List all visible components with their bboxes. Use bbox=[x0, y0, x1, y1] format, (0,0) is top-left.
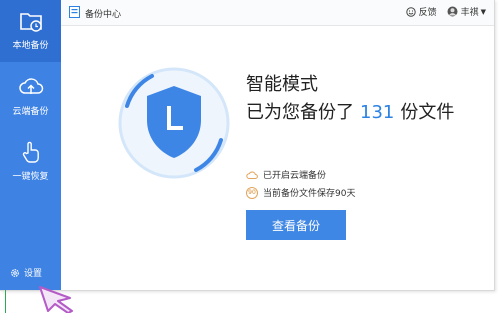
sidebar-item-one-click-restore[interactable]: 一键恢复 bbox=[0, 131, 61, 193]
app-icon bbox=[69, 6, 80, 18]
settings-button[interactable]: 设置 bbox=[10, 266, 42, 279]
sidebar: 本地备份 云端备份 一键恢复 设置 bbox=[0, 0, 61, 290]
divider bbox=[5, 290, 6, 313]
cloud-icon bbox=[246, 171, 258, 179]
avatar bbox=[447, 6, 458, 17]
folder-clock-icon bbox=[19, 13, 42, 32]
shield-illustration bbox=[118, 67, 230, 179]
hand-pointer-icon bbox=[22, 141, 39, 163]
retention-info: 90 当前备份文件保存90天 bbox=[246, 186, 355, 199]
user-name: 丰祺 bbox=[460, 8, 479, 18]
retention-badge: 90 bbox=[246, 186, 258, 199]
retention-text: 当前备份文件保存90天 bbox=[263, 189, 356, 199]
feedback-label: 反馈 bbox=[418, 8, 437, 18]
window-title: 备份中心 bbox=[85, 10, 122, 20]
sidebar-item-label: 一键恢复 bbox=[12, 172, 49, 182]
cloud-backup-status: 已开启云端备份 bbox=[246, 168, 326, 181]
sidebar-item-local-backup[interactable]: 本地备份 bbox=[0, 0, 61, 62]
backup-summary: 已为您备份了 131 份文件 bbox=[246, 98, 454, 124]
file-count: 131 bbox=[360, 102, 395, 123]
smiley-icon bbox=[405, 6, 416, 17]
summary-suffix: 份文件 bbox=[400, 102, 455, 123]
summary-prefix: 已为您备份了 bbox=[246, 102, 354, 123]
user-menu[interactable]: 丰祺 ▼ bbox=[447, 5, 486, 18]
gear-icon bbox=[11, 268, 19, 277]
title-bar: 备份中心 反馈 丰祺 ▼ bbox=[61, 0, 494, 26]
cloud-status-text: 已开启云端备份 bbox=[263, 171, 327, 181]
sidebar-item-label: 本地备份 bbox=[12, 41, 49, 51]
mode-title: 智能模式 bbox=[246, 74, 318, 95]
caret-down-icon: ▼ bbox=[480, 7, 486, 16]
settings-label: 设置 bbox=[24, 269, 43, 279]
sidebar-item-label: 云端备份 bbox=[12, 107, 49, 117]
backup-center-window: 本地备份 云端备份 一键恢复 设置 备份中心 反馈 丰祺 ▼ 智能模式 已为您备… bbox=[0, 0, 495, 291]
cursor-arrow-icon bbox=[39, 286, 73, 313]
view-backup-button[interactable]: 查看备份 bbox=[246, 210, 346, 240]
sidebar-item-cloud-backup[interactable]: 云端备份 bbox=[0, 66, 61, 128]
cloud-upload-icon bbox=[18, 78, 43, 94]
feedback-button[interactable]: 反馈 bbox=[405, 5, 437, 18]
